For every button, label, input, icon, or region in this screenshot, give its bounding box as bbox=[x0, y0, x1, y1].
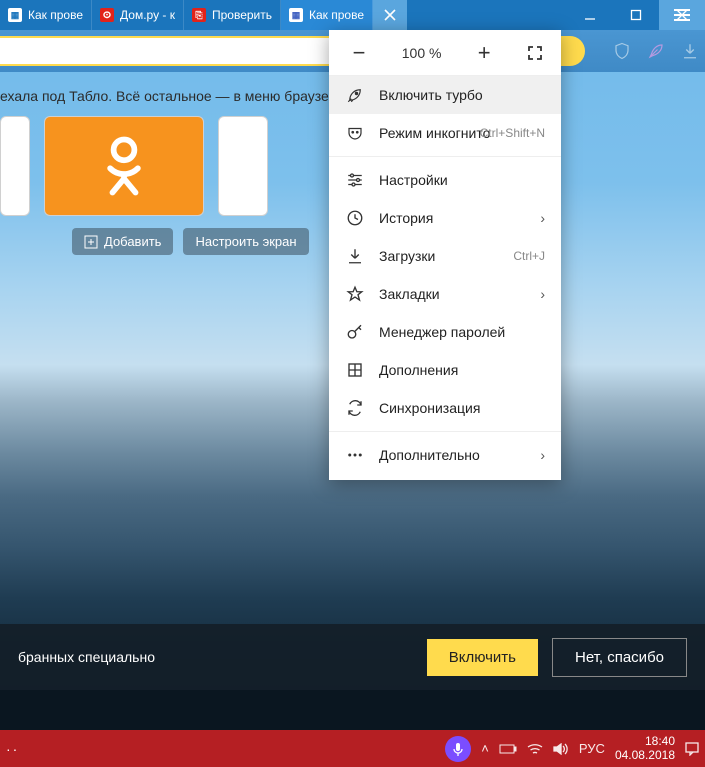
feather-icon[interactable] bbox=[647, 42, 665, 60]
window-maximize-button[interactable] bbox=[613, 0, 659, 30]
plus-box-icon bbox=[84, 235, 98, 249]
promo-enable-button[interactable]: Включить bbox=[427, 639, 538, 676]
browser-tab[interactable]: ⎘ Проверить bbox=[184, 0, 281, 30]
speed-dial-tile-ok[interactable] bbox=[44, 116, 204, 216]
menu-item-downloads[interactable]: Загрузки Ctrl+J bbox=[329, 237, 561, 275]
menu-item-bookmarks[interactable]: Закладки › bbox=[329, 275, 561, 313]
browser-main-menu: − 100 % + Включить турбо Режим инкогнито… bbox=[329, 30, 561, 480]
add-tile-button[interactable]: Добавить bbox=[72, 228, 173, 255]
menu-item-label: Менеджер паролей bbox=[379, 324, 505, 340]
promo-text: бранных специально bbox=[18, 649, 155, 665]
clock-time: 18:40 bbox=[615, 735, 675, 748]
configure-screen-button[interactable]: Настроить экран bbox=[183, 228, 308, 255]
info-text: ехала под Табло. Всё остальное — в меню … bbox=[0, 88, 337, 104]
browser-tab[interactable]: ▦ Как прове bbox=[0, 0, 92, 30]
rocket-icon bbox=[345, 85, 365, 105]
windows-taskbar[interactable]: ·· ˄ РУС 18:40 04.08.2018 bbox=[0, 730, 705, 767]
dark-gap bbox=[0, 690, 705, 730]
menu-item-shortcut: Ctrl+Shift+N bbox=[480, 126, 545, 140]
menu-item-label: Дополнения bbox=[379, 362, 458, 378]
fullscreen-button[interactable] bbox=[527, 45, 543, 61]
new-tab-button[interactable] bbox=[373, 0, 407, 30]
menu-item-history[interactable]: История › bbox=[329, 199, 561, 237]
browser-titlebar: ▦ Как прове ⵙ Дом.ру - к ⎘ Проверить ▦ Как пров… bbox=[0, 0, 705, 30]
tab-favicon: ⎘ bbox=[192, 8, 206, 22]
menu-item-label: Дополнительно bbox=[379, 447, 480, 463]
shield-icon[interactable] bbox=[613, 42, 631, 60]
tab-label: Проверить bbox=[212, 8, 272, 22]
menu-item-label: Синхронизация bbox=[379, 400, 480, 416]
tray-chevron-up-icon[interactable]: ˄ bbox=[481, 741, 489, 756]
chevron-right-icon: › bbox=[540, 210, 545, 226]
star-icon bbox=[345, 284, 365, 304]
tab-favicon: ▦ bbox=[289, 8, 303, 22]
input-language[interactable]: РУС bbox=[579, 741, 605, 756]
voice-assistant-button[interactable] bbox=[445, 736, 471, 762]
speed-dial-tile[interactable] bbox=[0, 116, 30, 216]
system-tray[interactable]: ˄ РУС 18:40 04.08.2018 bbox=[481, 735, 705, 761]
taskbar-clock[interactable]: 18:40 04.08.2018 bbox=[615, 735, 675, 761]
menu-item-incognito[interactable]: Режим инкогнито Ctrl+Shift+N bbox=[329, 114, 561, 152]
tab-strip: ▦ Как прове ⵙ Дом.ру - к ⎘ Проверить ▦ Как пров… bbox=[0, 0, 373, 30]
zoom-value: 100 % bbox=[402, 45, 442, 61]
tab-favicon: ⵙ bbox=[100, 8, 114, 22]
mask-icon bbox=[345, 123, 365, 143]
menu-item-turbo[interactable]: Включить турбо bbox=[329, 76, 561, 114]
promo-bar: бранных специально Включить Нет, спасибо bbox=[0, 624, 705, 690]
menu-item-sync[interactable]: Синхронизация bbox=[329, 389, 561, 427]
menu-item-label: Закладки bbox=[379, 286, 440, 302]
configure-screen-label: Настроить экран bbox=[195, 234, 296, 249]
menu-item-label: История bbox=[379, 210, 433, 226]
tab-label: Дом.ру - к bbox=[120, 8, 175, 22]
menu-item-label: Настройки bbox=[379, 172, 448, 188]
menu-item-passwords[interactable]: Менеджер паролей bbox=[329, 313, 561, 351]
speed-dial-tiles bbox=[0, 116, 268, 216]
menu-separator bbox=[329, 431, 561, 432]
menu-separator bbox=[329, 156, 561, 157]
volume-icon[interactable] bbox=[553, 743, 569, 755]
zoom-out-button[interactable]: − bbox=[347, 40, 371, 66]
notifications-icon[interactable] bbox=[685, 742, 699, 756]
menu-item-shortcut: Ctrl+J bbox=[513, 249, 545, 263]
window-controls bbox=[567, 0, 705, 30]
key-icon bbox=[345, 322, 365, 342]
sync-icon bbox=[345, 398, 365, 418]
menu-item-addons[interactable]: Дополнения bbox=[329, 351, 561, 389]
wifi-icon[interactable] bbox=[527, 743, 543, 755]
zoom-row: − 100 % + bbox=[329, 30, 561, 76]
browser-tab[interactable]: ▦ Как прове bbox=[281, 0, 373, 30]
battery-icon[interactable] bbox=[499, 744, 517, 754]
menu-item-more[interactable]: Дополнительно › bbox=[329, 436, 561, 474]
download-icon[interactable] bbox=[681, 42, 699, 60]
chevron-right-icon: › bbox=[540, 286, 545, 302]
odnoklassniki-icon bbox=[99, 136, 149, 196]
speed-dial-tile[interactable] bbox=[218, 116, 268, 216]
dots-icon bbox=[345, 445, 365, 465]
tab-label: Как прове bbox=[28, 8, 83, 22]
browser-tab[interactable]: ⵙ Дом.ру - к bbox=[92, 0, 184, 30]
add-tile-label: Добавить bbox=[104, 234, 161, 249]
zoom-in-button[interactable]: + bbox=[472, 40, 496, 66]
clock-icon bbox=[345, 208, 365, 228]
menu-item-label: Загрузки bbox=[379, 248, 435, 264]
taskbar-overflow-icon[interactable]: ·· bbox=[0, 741, 19, 757]
window-minimize-button[interactable] bbox=[567, 0, 613, 30]
sliders-icon bbox=[345, 170, 365, 190]
download-icon bbox=[345, 246, 365, 266]
clock-date: 04.08.2018 bbox=[615, 749, 675, 762]
menu-item-settings[interactable]: Настройки bbox=[329, 161, 561, 199]
chevron-right-icon: › bbox=[540, 447, 545, 463]
promo-decline-button[interactable]: Нет, спасибо bbox=[552, 638, 687, 677]
window-close-button[interactable] bbox=[659, 0, 705, 30]
tab-label: Как прове bbox=[309, 8, 364, 22]
tab-favicon: ▦ bbox=[8, 8, 22, 22]
menu-item-label: Включить турбо bbox=[379, 87, 483, 103]
puzzle-icon bbox=[345, 360, 365, 380]
menu-item-label: Режим инкогнито bbox=[379, 125, 490, 141]
